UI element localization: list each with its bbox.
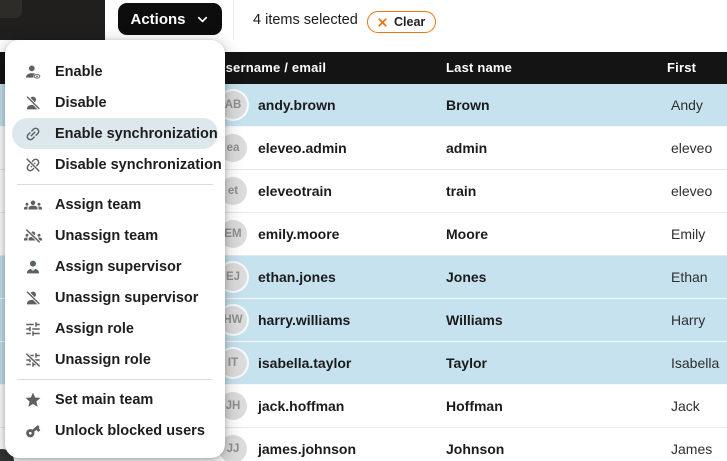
cell-first-name: Emily [671, 226, 705, 242]
cell-username: andy.brown [258, 97, 336, 113]
user-disable-icon [24, 94, 42, 112]
supervisor-icon [24, 258, 42, 276]
menu-item-unassign-role[interactable]: Unassign role [5, 344, 225, 375]
column-header-last-name[interactable]: Last name [446, 52, 512, 84]
clear-button-label: Clear [394, 15, 425, 29]
cell-last-name: Johnson [446, 441, 504, 457]
cell-first-name: James [671, 441, 712, 457]
menu-item-enable[interactable]: Enable [5, 56, 225, 87]
menu-item-set-main-team[interactable]: Set main team [5, 384, 225, 415]
user-enable-icon [24, 63, 42, 81]
cell-first-name: Andy [671, 97, 703, 113]
column-header-username[interactable]: Username / email [216, 52, 326, 84]
menu-item-label: Assign role [55, 321, 134, 337]
menu-item-label: Enable [55, 64, 103, 80]
cell-last-name: admin [446, 140, 487, 156]
menu-item-label: Unlock blocked users [55, 423, 205, 439]
menu-item-assign-role[interactable]: Assign role [5, 313, 225, 344]
cell-first-name: eleveo [671, 140, 712, 156]
cell-last-name: Jones [446, 269, 486, 285]
menu-item-enable-synchronization[interactable]: Enable synchronization [12, 118, 218, 149]
cell-username: eleveo.admin [258, 140, 347, 156]
link-off-icon [24, 156, 42, 174]
selection-count-text: 4 items selected [253, 0, 358, 40]
menu-item-unlock-blocked-users[interactable]: Unlock blocked users [5, 415, 225, 446]
supervisor-off-icon [24, 289, 42, 307]
group-icon [24, 196, 42, 214]
menu-item-label: Disable synchronization [55, 157, 222, 173]
cell-first-name: Ethan [671, 269, 708, 285]
menu-item-label: Unassign role [55, 352, 151, 368]
app-header-dark-block [0, 0, 105, 40]
cell-last-name: Moore [446, 226, 488, 242]
menu-item-label: Assign supervisor [55, 259, 182, 275]
chevron-down-icon [195, 12, 210, 27]
menu-item-label: Assign team [55, 197, 141, 213]
menu-item-label: Enable synchronization [55, 126, 218, 142]
cell-first-name: Jack [671, 398, 700, 414]
actions-dropdown-menu: Enable Disable Enable synchronization [5, 40, 225, 458]
menu-item-assign-supervisor[interactable]: Assign supervisor [5, 251, 225, 282]
cell-username: ethan.jones [258, 269, 336, 285]
cell-first-name: eleveo [671, 183, 712, 199]
user-management-screen: Username / email Last name First name AB… [0, 0, 727, 461]
close-icon [376, 16, 389, 29]
actions-button-label: Actions [130, 11, 185, 28]
toolbar-divider [233, 0, 234, 40]
clear-selection-button[interactable]: Clear [367, 11, 436, 33]
menu-item-label: Set main team [55, 392, 153, 408]
cell-username: eleveotrain [258, 183, 332, 199]
menu-item-label: Unassign team [55, 228, 158, 244]
cell-username: emily.moore [258, 226, 339, 242]
link-icon [24, 125, 42, 143]
actions-button[interactable]: Actions [118, 3, 222, 35]
menu-item-assign-team[interactable]: Assign team [5, 189, 225, 220]
menu-divider [17, 184, 213, 185]
cell-last-name: train [446, 183, 476, 199]
tune-off-icon [24, 351, 42, 369]
key-icon [24, 422, 42, 440]
cell-first-name: Isabella [671, 355, 719, 371]
cell-username: isabella.taylor [258, 355, 351, 371]
menu-item-label: Disable [55, 95, 107, 111]
partial-logo [0, 0, 22, 18]
star-icon [24, 391, 42, 409]
group-off-icon [24, 227, 42, 245]
menu-item-disable[interactable]: Disable [5, 87, 225, 118]
menu-item-label: Unassign supervisor [55, 290, 198, 306]
cell-last-name: Hoffman [446, 398, 503, 414]
menu-item-disable-synchronization[interactable]: Disable synchronization [5, 149, 225, 180]
menu-item-unassign-team[interactable]: Unassign team [5, 220, 225, 251]
cell-last-name: Taylor [446, 355, 487, 371]
cell-username: jack.hoffman [258, 398, 344, 414]
menu-item-unassign-supervisor[interactable]: Unassign supervisor [5, 282, 225, 313]
cell-last-name: Williams [446, 312, 503, 328]
cell-first-name: Harry [671, 312, 705, 328]
cell-last-name: Brown [446, 97, 490, 113]
cell-username: james.johnson [258, 441, 356, 457]
menu-divider [17, 379, 213, 380]
menu-list: Enable Disable Enable synchronization [5, 40, 225, 446]
cell-username: harry.williams [258, 312, 350, 328]
tune-icon [24, 320, 42, 338]
